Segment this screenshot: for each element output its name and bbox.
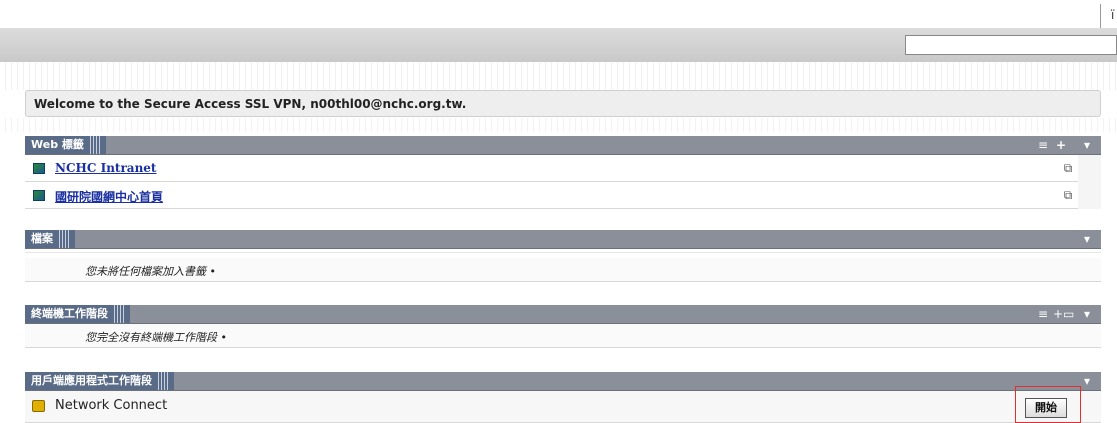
- grip-icon: [59, 230, 69, 248]
- welcome-banner: Welcome to the Secure Access SSL VPN, n0…: [25, 90, 1101, 117]
- open-new-window-icon[interactable]: ⧉: [1058, 186, 1078, 204]
- search-input[interactable]: [905, 35, 1117, 55]
- panel-menu-icon[interactable]: ▾: [1073, 305, 1101, 323]
- top-bar: ï: [0, 0, 1117, 28]
- grip-icon: [114, 305, 124, 323]
- bookmark-row: 國研院國網中心首頁 ⧉: [25, 182, 1101, 209]
- add-bookmark-icon[interactable]: +: [1053, 136, 1069, 154]
- client-apps-title: 用戶端應用程式工作階段: [31, 374, 152, 387]
- welcome-text: Welcome to the Secure Access SSL VPN, n0…: [34, 97, 467, 111]
- grip-icon: [89, 136, 100, 154]
- grip-icon: [158, 372, 168, 390]
- decorative-stripes-2: [0, 118, 1117, 132]
- client-apps-tab: 用戶端應用程式工作階段: [25, 372, 174, 390]
- bookmark-link-nchc-home[interactable]: 國研院國網中心首頁: [55, 188, 163, 205]
- divider: [25, 252, 1101, 253]
- panel-menu-icon[interactable]: ▾: [1073, 230, 1101, 248]
- terminal-empty-text: 您完全沒有終端機工作階段 •: [85, 331, 227, 344]
- network-connect-label: Network Connect: [55, 398, 168, 413]
- terminal-empty-row: 您完全沒有終端機工作階段 •: [25, 324, 1101, 348]
- files-header: 檔案 ▾: [25, 230, 1101, 249]
- open-new-window-icon[interactable]: ⧉: [1058, 159, 1078, 177]
- web-bookmarks-title: Web 標籤: [31, 138, 84, 151]
- bookmark-link-nchc-intranet[interactable]: NCHC Intranet: [55, 161, 156, 175]
- web-bookmark-icon: [33, 190, 45, 201]
- start-button[interactable]: 開始: [1025, 398, 1067, 418]
- files-empty-text: 您未將任何檔案加入書籤 •: [85, 265, 216, 278]
- files-tab: 檔案: [25, 230, 75, 248]
- web-bookmarks-tab: Web 標籤: [25, 136, 106, 154]
- files-title: 檔案: [31, 232, 53, 245]
- terminal-sessions-header: 終端機工作階段 ≡ +▭ ▾: [25, 305, 1101, 324]
- top-right-cell: ï: [1100, 4, 1117, 28]
- client-apps-header: 用戶端應用程式工作階段 ▾: [25, 372, 1101, 391]
- web-bookmarks-header: Web 標籤 ≡ + ▾: [25, 136, 1101, 155]
- top-right-text: ï: [1111, 8, 1115, 22]
- web-bookmark-icon: [33, 163, 45, 174]
- terminal-sessions-title: 終端機工作階段: [31, 307, 108, 320]
- files-empty-row: 您未將任何檔案加入書籤 •: [25, 258, 1101, 282]
- add-session-icon[interactable]: +▭: [1053, 305, 1074, 323]
- list-view-icon[interactable]: ≡: [1035, 305, 1051, 323]
- network-connect-icon: [32, 400, 45, 412]
- panel-menu-icon[interactable]: ▾: [1073, 372, 1101, 390]
- decorative-stripes: [0, 62, 1117, 90]
- row-right-cell: [1078, 182, 1101, 209]
- list-view-icon[interactable]: ≡: [1035, 136, 1051, 154]
- row-right-cell: [1078, 155, 1101, 182]
- network-connect-row: Network Connect 開始: [25, 391, 1101, 423]
- panel-menu-icon[interactable]: ▾: [1073, 136, 1101, 154]
- bookmark-row: NCHC Intranet ⧉: [25, 155, 1101, 182]
- terminal-sessions-tab: 終端機工作階段: [25, 305, 130, 323]
